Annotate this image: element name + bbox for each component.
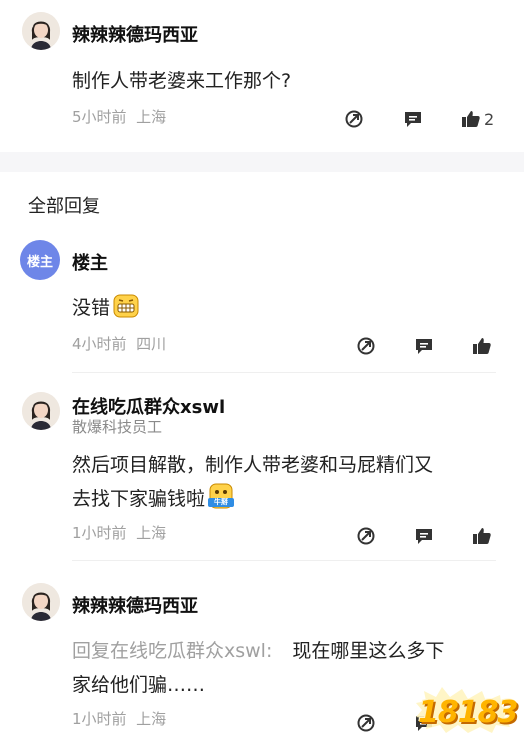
emoji-label: 牛掰: [214, 498, 229, 506]
post-location: 上海: [136, 108, 167, 126]
avatar[interactable]: [22, 12, 60, 50]
author-name[interactable]: 辣辣辣德玛西亚: [72, 21, 198, 47]
share-icon: [345, 110, 363, 128]
reply-meta: 4小时前 四川: [72, 333, 166, 354]
reply-time: 1小时前: [72, 710, 127, 728]
share-button[interactable]: [355, 712, 377, 734]
reply-text-line: 然后项目解散，制作人带老婆和马屁精们又: [72, 454, 434, 476]
thumbs-up-icon: [473, 528, 491, 544]
reply-text-line: 去找下家骗钱啦 牛掰: [72, 482, 512, 516]
owner-badge-avatar[interactable]: 楼主: [20, 240, 60, 280]
reply-meta: 1小时前 上海: [72, 522, 166, 543]
like-button[interactable]: [460, 108, 482, 130]
comment-icon: [416, 529, 432, 544]
reply-text: 没错: [72, 297, 111, 319]
reply-location: 四川: [136, 335, 167, 353]
reply-time: 4小时前: [72, 335, 127, 353]
thumbs-up-icon: [473, 338, 491, 354]
like-button[interactable]: [471, 335, 493, 357]
divider: [72, 560, 496, 561]
like-count: 2: [484, 110, 495, 129]
post-content: 制作人带老婆来工作那个?: [72, 70, 292, 92]
reply-content: 然后项目解散，制作人带老婆和马屁精们又 去找下家骗钱啦 牛掰: [72, 448, 512, 516]
reply-author-name[interactable]: 楼主: [72, 249, 108, 275]
reply-text-line: 回复在线吃瓜群众xswl: 现在哪里这么多下: [72, 634, 512, 668]
share-button[interactable]: [343, 108, 365, 130]
reply-prefix[interactable]: 回复在线吃瓜群众xswl:: [72, 640, 272, 662]
reply-location: 上海: [136, 524, 167, 542]
avatar[interactable]: [22, 583, 60, 621]
reply-text: 去找下家骗钱啦: [72, 488, 206, 510]
reply-text: 现在哪里这么多下: [292, 640, 445, 662]
thumbs-up-icon: [462, 111, 480, 127]
section-title: 全部回复: [28, 196, 100, 217]
share-icon: [357, 337, 375, 355]
niubai-emoji-icon: 牛掰: [207, 482, 235, 510]
watermark-text: 18183: [418, 695, 518, 730]
share-icon: [357, 714, 375, 732]
comment-button[interactable]: [402, 108, 424, 130]
reply-content: 没错: [72, 291, 140, 325]
comment-icon: [405, 112, 421, 127]
comment-button[interactable]: [413, 335, 435, 357]
section-separator: [0, 152, 524, 172]
reply-location: 上海: [136, 710, 167, 728]
share-button[interactable]: [355, 525, 377, 547]
comment-button[interactable]: [413, 525, 435, 547]
avatar[interactable]: [22, 392, 60, 430]
grin-emoji-icon: [113, 294, 139, 318]
post-time: 5小时前: [72, 108, 127, 126]
reply-time: 1小时前: [72, 524, 127, 542]
share-button[interactable]: [355, 335, 377, 357]
share-icon: [357, 527, 375, 545]
comment-icon: [416, 339, 432, 354]
reply-meta: 1小时前 上海: [72, 708, 166, 729]
author-title: 散爆科技员工: [72, 418, 163, 436]
post-meta: 5小时前 上海: [72, 106, 166, 127]
like-button[interactable]: [471, 525, 493, 547]
site-watermark: 18183: [412, 685, 518, 735]
divider: [72, 372, 496, 373]
main-post: 辣辣辣德玛西亚 制作人带老婆来工作那个? 5小时前 上海 2: [0, 0, 524, 152]
reply-author-name[interactable]: 辣辣辣德玛西亚: [72, 592, 198, 618]
